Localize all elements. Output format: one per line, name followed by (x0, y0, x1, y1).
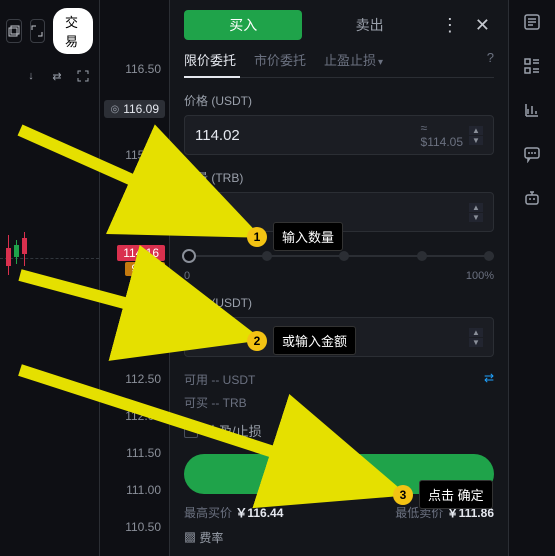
step-up-icon[interactable]: ▲ (469, 126, 483, 135)
callout-2: 2 或输入金额 (247, 326, 356, 355)
price-axis: 116.50 ◎ 116.09 115.50 115.00 114.16 90.… (100, 0, 170, 556)
candlestick-chart (0, 100, 99, 556)
order-panel: 买入 卖出 ⋮ ✕ 限价委托 市价委托 止盈止损▾ ? 价格 (USDT) ≈ … (170, 0, 509, 556)
slider-min: 0 (184, 270, 190, 282)
fullscreen-icon[interactable] (73, 66, 93, 86)
expand-icon[interactable] (30, 19, 46, 43)
tab-market[interactable]: 市价委托 (254, 50, 306, 69)
fee-icon: ▩ (184, 531, 199, 545)
price-tick: 110.50 (125, 520, 161, 534)
price-tick: 112.50 (125, 372, 161, 386)
tab-tpsl[interactable]: 止盈止损▾ (324, 50, 383, 69)
buy-tab[interactable]: 买入 (184, 10, 302, 40)
badge-number: 1 (247, 227, 267, 247)
price-marker-orange: 90.30 (125, 262, 165, 276)
price-field[interactable]: ≈ $114.05 ▲ ▼ (184, 115, 494, 155)
badge-number: 3 (393, 485, 413, 505)
buyable-label: 可买 (184, 396, 208, 410)
price-tick: 113.00 (125, 335, 161, 349)
sell-tab[interactable]: 卖出 (310, 10, 428, 40)
step-up-icon[interactable]: ▲ (469, 203, 483, 212)
download-icon[interactable]: ↓ (21, 66, 41, 86)
transfer-icon[interactable]: ⇄ (484, 371, 494, 388)
rail-list-icon[interactable] (520, 54, 544, 78)
price-tick: 115.50 (125, 148, 161, 162)
tab-tpsl-label: 止盈止损 (324, 53, 376, 68)
rail-chart-icon[interactable] (520, 98, 544, 122)
trade-button[interactable]: 交易 (53, 8, 93, 54)
callout-3: 3 点击 确定 (393, 480, 493, 509)
help-icon[interactable]: ? (487, 50, 494, 69)
price-tick: 115.00 (125, 188, 161, 202)
available-value: -- USDT (211, 373, 255, 387)
step-up-icon[interactable]: ▲ (469, 328, 483, 337)
price-approx: ≈ $114.05 (421, 121, 463, 149)
more-icon[interactable]: ⋮ (437, 15, 463, 36)
tpsl-checkbox-label: 止盈/止损 (206, 421, 262, 440)
right-rail (509, 0, 555, 556)
step-down-icon[interactable]: ▼ (469, 213, 483, 222)
price-tick: 113.50 (125, 298, 161, 312)
callout-1: 1 输入数量 (247, 222, 343, 251)
callout-text: 输入数量 (273, 222, 343, 251)
price-tick: 116.50 (125, 62, 161, 76)
window-restore-icon[interactable] (6, 19, 22, 43)
swap-icon[interactable]: ⇄ (47, 66, 67, 86)
price-tick: 111.00 (126, 483, 161, 497)
rail-robot-icon[interactable] (520, 186, 544, 210)
tab-limit[interactable]: 限价委托 (184, 50, 236, 69)
callout-text: 或输入金额 (273, 326, 356, 355)
tpsl-checkbox-row[interactable]: 止盈/止损 (184, 421, 494, 440)
amount-label: 金额 (USDT) (184, 294, 494, 311)
callout-text: 点击 确定 (419, 480, 493, 509)
highest-bid-value: ￥116.44 (235, 506, 283, 520)
rail-notes-icon[interactable] (520, 10, 544, 34)
price-tick: 112.00 (125, 409, 161, 423)
price-tick: 111.50 (126, 446, 161, 460)
buyable-value: -- TRB (211, 396, 246, 410)
available-label: 可用 (184, 373, 208, 387)
slider-max: 100% (466, 270, 494, 282)
slider-handle[interactable] (182, 249, 196, 263)
chevron-down-icon: ▾ (378, 57, 383, 68)
price-marker-red: 114.16 (117, 245, 165, 261)
price-marker-current: ◎ 116.09 (104, 100, 165, 118)
checkbox-icon[interactable] (184, 424, 198, 438)
target-icon: ◎ (110, 104, 119, 115)
step-down-icon[interactable]: ▼ (469, 136, 483, 145)
qty-input[interactable] (195, 204, 469, 221)
price-label: 价格 (USDT) (184, 92, 494, 109)
highest-bid-label: 最高买价 (184, 506, 232, 520)
badge-number: 2 (247, 331, 267, 351)
fee-label: 费率 (199, 531, 223, 545)
qty-label: 数量 (TRB) (184, 169, 494, 186)
step-down-icon[interactable]: ▼ (469, 338, 483, 347)
chart-edge: 交易 ↓ ⇄ (0, 0, 100, 556)
rail-chat-icon[interactable] (520, 142, 544, 166)
price-marker-value: 116.09 (123, 102, 159, 116)
close-icon[interactable]: ✕ (471, 15, 494, 36)
price-input[interactable] (195, 127, 421, 144)
